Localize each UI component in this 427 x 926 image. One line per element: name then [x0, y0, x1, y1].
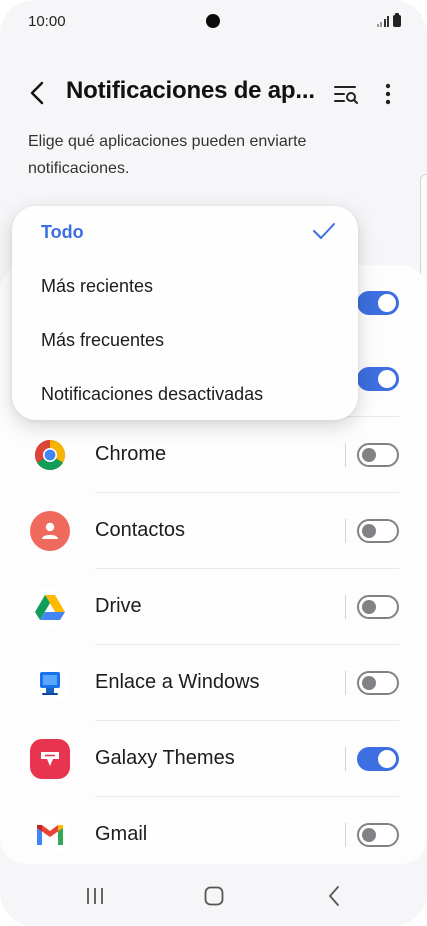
sort-dropdown-menu: Todo Más recientes Más frecuentes Notifi…: [12, 206, 358, 420]
back-icon: [329, 886, 339, 906]
menu-item-notificaciones-desactivadas[interactable]: Notificaciones desactivadas: [12, 368, 358, 422]
chevron-left-icon: [30, 81, 44, 105]
page-description: Elige qué aplicaciones pueden enviarte n…: [28, 133, 307, 177]
app-name: Drive: [95, 595, 142, 617]
menu-item-mas-frecuentes[interactable]: Más frecuentes: [12, 314, 358, 368]
front-camera: [206, 14, 220, 28]
menu-item-label: Todo: [41, 222, 84, 242]
checkmark-icon: [313, 223, 335, 239]
app-name: Chrome: [95, 443, 167, 465]
list-item-drive[interactable]: Drive: [0, 569, 427, 645]
menu-item-label: Más frecuentes: [41, 330, 165, 350]
status-time: 10:00: [28, 13, 66, 30]
contacts-icon: [30, 511, 70, 551]
notification-toggle[interactable]: [357, 747, 399, 771]
list-item-gmail[interactable]: Gmail: [0, 797, 427, 873]
status-icons: [376, 13, 401, 27]
recents-icon: [87, 888, 103, 904]
menu-item-label: Notificaciones desactivadas: [41, 384, 264, 404]
back-button[interactable]: [20, 76, 54, 110]
notification-toggle[interactable]: [357, 671, 399, 695]
chrome-icon: [30, 435, 70, 475]
list-item-galaxy-themes[interactable]: Galaxy Themes: [0, 721, 427, 797]
navigation-bar: [0, 864, 427, 926]
list-item-contactos[interactable]: Contactos: [0, 493, 427, 569]
home-icon: [204, 886, 224, 906]
more-vertical-icon: [385, 83, 391, 105]
list-item-enlace-a-windows[interactable]: Enlace a Windows: [0, 645, 427, 721]
nav-back-button[interactable]: [314, 880, 354, 912]
sort-search-icon: [334, 86, 358, 104]
galaxy-themes-icon: [30, 739, 70, 779]
menu-item-label: Más recientes: [41, 276, 154, 296]
more-options-button[interactable]: [374, 78, 402, 110]
status-bar: 10:00: [0, 0, 427, 44]
battery-icon: [393, 13, 401, 27]
app-name: Contactos: [95, 519, 186, 541]
page-title: Notificaciones de ap...: [66, 77, 315, 104]
gmail-icon: [30, 815, 70, 855]
app-bar: Notificaciones de ap...: [0, 70, 427, 114]
home-button[interactable]: [194, 880, 234, 912]
link-to-windows-icon: [30, 663, 70, 703]
phone-screen: 10:00 Notificaciones de ap... Elige qué …: [0, 0, 427, 926]
notification-toggle[interactable]: [357, 291, 399, 315]
menu-item-todo[interactable]: Todo: [12, 206, 358, 260]
notification-toggle[interactable]: [357, 443, 399, 467]
list-item-chrome[interactable]: Chrome: [0, 417, 427, 493]
app-name: Enlace a Windows: [95, 671, 260, 693]
notification-toggle[interactable]: [357, 823, 399, 847]
drive-icon: [30, 587, 70, 627]
app-name: Galaxy Themes: [95, 747, 235, 769]
app-name: Gmail: [95, 823, 148, 845]
recents-button[interactable]: [75, 880, 115, 912]
signal-icon: [376, 16, 389, 27]
notification-toggle[interactable]: [357, 519, 399, 543]
notification-toggle[interactable]: [357, 595, 399, 619]
notification-toggle[interactable]: [357, 367, 399, 391]
menu-item-mas-recientes[interactable]: Más recientes: [12, 260, 358, 314]
sort-filter-button[interactable]: [330, 78, 362, 110]
